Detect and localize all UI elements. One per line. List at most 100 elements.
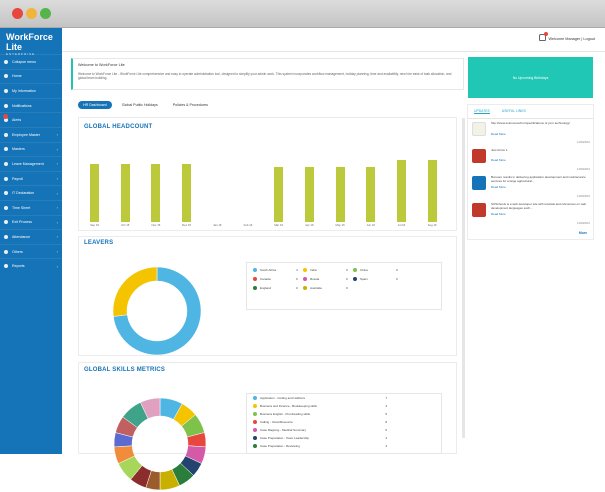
legend-item: Russia 0 — [303, 277, 348, 281]
legend-swatch — [353, 277, 357, 281]
sidebar-item-home[interactable]: Home — [0, 68, 62, 84]
legend-value: 0 — [396, 277, 398, 281]
content-scrollbar[interactable] — [462, 118, 465, 438]
chevron-down-icon: › — [56, 161, 58, 167]
headcount-bar — [366, 167, 376, 222]
legend-swatch — [253, 268, 257, 272]
sidebar-item-masters[interactable]: Masters › — [0, 141, 62, 157]
minimize-window-button[interactable] — [26, 8, 37, 19]
bell-icon[interactable] — [539, 32, 548, 41]
sidebar-item-payroll[interactable]: Payroll › — [0, 170, 62, 186]
skill-label: Case Preparation - Team Leadership — [260, 436, 309, 440]
skill-item: Application - Coding and HotDocs 7 — [253, 396, 433, 400]
news-date: 12/09/2016 — [577, 195, 590, 198]
news-date: 12/09/2016 — [577, 141, 590, 144]
legend-label: Russia — [310, 277, 320, 281]
read-more-link[interactable]: Read More — [491, 212, 506, 216]
news-item[interactable]: Bonsoro results in delivering applicatio… — [472, 175, 590, 198]
legend-label: Spain — [360, 277, 368, 281]
more-link[interactable]: More — [579, 231, 587, 235]
window-titlebar — [0, 0, 605, 28]
skill-value: 8 — [385, 420, 387, 424]
leavers-title: LEAVERS — [84, 240, 114, 246]
sidebar-item-notifications[interactable]: Notifications — [0, 97, 62, 113]
legend-swatch — [253, 286, 257, 290]
x-tick-label: Sep 15 — [90, 223, 99, 227]
tab-updates[interactable]: UPDATES — [474, 109, 490, 114]
maximize-window-button[interactable] — [40, 8, 51, 19]
sidebar-item-reports[interactable]: Reports › — [0, 258, 62, 273]
sidebar-item-alerts[interactable]: Alerts — [0, 112, 62, 127]
sidebar-item-label: Others — [12, 249, 23, 254]
legend-item: South Africa 4 — [253, 268, 298, 272]
x-tick-label: Feb 16 — [243, 223, 253, 227]
x-tick-label: Aug 16 — [427, 223, 437, 227]
sidebar-item-employee-master[interactable]: Employee Master › — [0, 126, 62, 142]
payroll-icon — [4, 176, 8, 181]
skill-swatch — [253, 428, 257, 432]
tab-hr-dashboard[interactable]: HR Dashboard — [78, 101, 112, 109]
legend-value: 0 — [296, 286, 298, 290]
skill-item: Case Mapping - Medical Summary 6 — [253, 428, 433, 432]
news-text: Bonsoro results in delivering applicatio… — [491, 175, 586, 183]
leavers-legend: South Africa 4 India 0 China 0 Canada 0 Russia 0 S… — [246, 262, 442, 310]
news-item[interactable]: http://www.solomonsoft.in/specifications… — [472, 121, 590, 144]
read-more-link[interactable]: Read More — [491, 185, 506, 189]
news-item[interactable]: SOSchools is a web developer site with t… — [472, 202, 590, 225]
legend-item: Australia 0 — [303, 286, 348, 290]
top-bar: Welcome Manager | Logout — [62, 28, 605, 52]
updates-panel: UPDATES USEFUL LINKS http://www.solomons… — [467, 104, 594, 240]
read-more-link[interactable]: Read More — [491, 132, 506, 136]
read-more-link[interactable]: Read More — [491, 158, 506, 162]
birthday-banner: No Upcoming Birthdays — [468, 57, 593, 98]
sidebar-item-label: Notifications — [12, 103, 32, 108]
x-tick-label: Jul 16 — [397, 223, 406, 227]
skills-legend: Application - Coding and HotDocs 7 Busines… — [246, 393, 442, 454]
skill-swatch — [253, 420, 257, 424]
news-text: SOSchools is a web developer site with t… — [491, 202, 587, 210]
welcome-panel: Welcome to WorkForce Lite Welcome to Wor… — [71, 58, 464, 90]
app-logo[interactable]: WorkForce Lite ENTERPRISE — [0, 28, 62, 56]
skill-swatch — [253, 404, 257, 408]
x-tick-label: Jan 16 — [213, 223, 222, 227]
notification-badge — [544, 32, 548, 36]
skill-value: 3 — [385, 444, 387, 448]
attendance-icon — [4, 234, 8, 239]
sidebar-item-my-information[interactable]: My Information — [0, 83, 62, 98]
close-window-button[interactable] — [12, 8, 23, 19]
news-thumbnail — [472, 122, 486, 136]
user-menu-link[interactable]: Welcome Manager | Logout — [548, 37, 595, 41]
skill-item: Case Preparation - Team Leadership 4 — [253, 436, 433, 440]
news-text: Just Arrive 1 — [491, 148, 508, 152]
leavers-donut-slice[interactable] — [112, 266, 158, 317]
headcount-bar — [335, 167, 345, 222]
collapse-menu-icon — [4, 59, 8, 64]
headcount-title: GLOBAL HEADCOUNT — [84, 124, 153, 130]
news-item[interactable]: Just Arrive 1 Read More 12/09/2016 — [472, 148, 590, 171]
sidebar-item-exit-process[interactable]: Exit Process › — [0, 214, 62, 230]
tab-policies-procedures[interactable]: Policies & Procedures — [168, 101, 213, 109]
x-tick-label: Dec 15 — [182, 223, 192, 227]
skill-label: Case Mapping - Medical Summary — [260, 428, 307, 432]
skill-label: Business English - Proofreading skills — [260, 412, 311, 416]
tab-global-public-holidays[interactable]: Global Public Holidays — [117, 101, 163, 109]
news-date: 12/09/2016 — [577, 222, 590, 225]
legend-value: 0 — [346, 277, 348, 281]
sidebar-item-time-sheet[interactable]: Time Sheet › — [0, 199, 62, 215]
sidebar-item-it-declaration[interactable]: IT Declaration › — [0, 185, 62, 200]
sidebar-item-others[interactable]: Others › — [0, 243, 62, 259]
skill-label: Calling - Voice/Resource — [260, 420, 293, 424]
sidebar-item-label: Time Sheet — [12, 205, 31, 210]
sidebar-item-label: Home — [12, 74, 22, 79]
headcount-bar — [304, 167, 314, 222]
sidebar-item-collapse-menu[interactable]: Collapse menu — [0, 54, 62, 69]
chevron-down-icon: › — [56, 176, 58, 182]
sidebar-item-attendance[interactable]: Attendance › — [0, 229, 62, 244]
sidebar-item-leave-management[interactable]: Leave Management › — [0, 156, 62, 171]
tab-useful-links[interactable]: USEFUL LINKS — [502, 109, 526, 114]
leavers-donut-chart — [112, 266, 202, 356]
chevron-down-icon: › — [56, 132, 58, 138]
welcome-text: Welcome to WorkForce Lite - WorkForce Li… — [78, 72, 452, 81]
skill-swatch — [253, 396, 257, 400]
headcount-bar — [120, 164, 130, 222]
